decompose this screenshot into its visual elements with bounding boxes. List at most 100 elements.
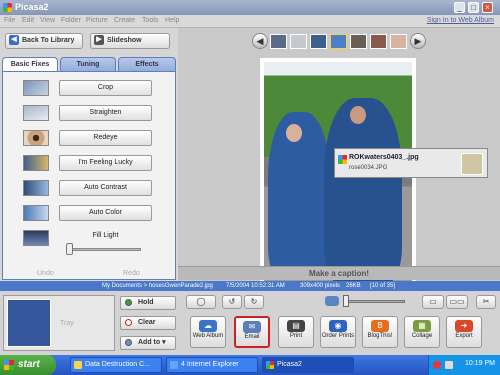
export-icon: ➜ (455, 320, 473, 332)
filmstrip-thumb[interactable] (290, 34, 307, 49)
web-album-button[interactable]: ☁ Web Album (190, 316, 226, 348)
fill-light-slider-knob[interactable] (66, 243, 73, 255)
picasa-icon (266, 361, 274, 369)
maximize-button[interactable]: □ (468, 2, 479, 13)
straighten-row: Straighten (23, 105, 153, 121)
clear-icon (125, 319, 132, 326)
photo-viewer: ◀ ▶ ROKwaters0403_.jpg rose0034.JPG Make… (178, 28, 500, 292)
menu-tools[interactable]: Tools (142, 17, 158, 24)
zoom-slider-track[interactable] (345, 300, 405, 303)
color-icon (23, 205, 49, 221)
fill-light-label: Fill Light (92, 232, 119, 239)
menu-help[interactable]: Help (165, 17, 179, 24)
taskbar: start Data Destruction C... 4 Internet E… (0, 355, 500, 375)
windows-flag-icon (4, 360, 14, 370)
print-button[interactable]: ▤ Print (278, 316, 314, 348)
export-button[interactable]: ➜ Export (446, 316, 482, 348)
crop-button[interactable]: Crop (59, 80, 152, 96)
straighten-icon (23, 105, 49, 121)
fill-light-icon (23, 230, 49, 246)
menu-picture[interactable]: Picture (86, 17, 108, 24)
photo-tray: Tray (3, 295, 115, 351)
close-button[interactable]: × (482, 2, 493, 13)
filmstrip-thumb[interactable] (390, 34, 407, 49)
straighten-button[interactable]: Straighten (59, 105, 152, 121)
zoom-slider-knob[interactable] (343, 295, 349, 307)
tooltip-subtitle: rose0034.JPG (349, 165, 388, 171)
caption-field[interactable]: Make a caption! (178, 266, 500, 280)
filmstrip-thumb[interactable] (350, 34, 367, 49)
status-index: [10 of 35] (370, 283, 396, 289)
filmstrip-thumb[interactable] (370, 34, 387, 49)
rotate-right-button[interactable]: ↻ (244, 295, 264, 309)
add-to-button[interactable]: Add to ▾ (120, 336, 176, 350)
clock: 10:19 PM (465, 360, 495, 367)
task-internet-explorer[interactable]: 4 Internet Explorer (166, 357, 258, 373)
menu-bar: File Edit View Folder Picture Create Too… (0, 15, 500, 28)
collage-button[interactable]: ▦ Collage (404, 316, 440, 348)
clear-button[interactable]: Clear (120, 316, 176, 330)
filmstrip (270, 34, 412, 50)
menu-folder[interactable]: Folder (61, 17, 81, 24)
label-button[interactable]: ◯ (186, 295, 216, 309)
play-icon: ▶ (94, 35, 104, 45)
undo-button[interactable]: Undo (37, 270, 54, 277)
menu-create[interactable]: Create (114, 17, 135, 24)
picasa-file-icon (338, 155, 347, 164)
order-prints-button[interactable]: ◉ Order Prints (320, 316, 356, 348)
task-picasa[interactable]: Picasa2 (262, 357, 354, 373)
back-to-library-button[interactable]: ◀ Back To Library (5, 33, 83, 49)
edit-tabs: Basic Fixes Tuning Effects (2, 57, 176, 71)
menu-file[interactable]: File (4, 17, 15, 24)
fill-light-slider-track[interactable] (69, 248, 141, 251)
tooltip-filename: ROKwaters0403_.jpg (349, 154, 419, 161)
status-date: 7/5/2004 10:52:31 AM (226, 283, 285, 289)
filmstrip-thumb[interactable] (310, 34, 327, 49)
redeye-row: Redeye (23, 130, 153, 146)
email-button[interactable]: ✉ Email (234, 316, 270, 348)
view-single-button[interactable]: ▭ (422, 295, 444, 309)
tooltip-thumbnail (461, 153, 483, 175)
hold-button[interactable]: Hold (120, 296, 176, 310)
feeling-lucky-button[interactable]: I'm Feeling Lucky (59, 155, 152, 171)
auto-color-button[interactable]: Auto Color (59, 205, 152, 221)
tab-basic-fixes[interactable]: Basic Fixes (2, 57, 58, 71)
filmstrip-thumb-selected[interactable] (330, 34, 347, 49)
app-icon (74, 361, 82, 369)
tray-icon[interactable] (433, 361, 441, 369)
auto-contrast-button[interactable]: Auto Contrast (59, 180, 152, 196)
slideshow-button[interactable]: ▶ Slideshow (90, 33, 170, 49)
photo-tray-area: Tray Hold Clear Add to ▾ ◯ ↺ ↻ ▭ ▭▭ ✂ ☁ W… (0, 291, 500, 355)
task-data-destruction[interactable]: Data Destruction C... (70, 357, 162, 373)
file-tooltip: ROKwaters0403_.jpg rose0034.JPG (334, 148, 488, 178)
tray-label: Tray (60, 320, 74, 327)
web-album-icon: ☁ (199, 320, 217, 332)
printer-icon: ▤ (287, 320, 305, 332)
redo-button[interactable]: Redo (123, 270, 140, 277)
start-button[interactable]: start (0, 355, 56, 375)
previous-photo-button[interactable]: ◀ (252, 33, 268, 49)
next-photo-button[interactable]: ▶ (410, 33, 426, 49)
arrow-right-icon: ▶ (414, 36, 422, 46)
tab-effects[interactable]: Effects (118, 57, 176, 71)
tab-tuning[interactable]: Tuning (60, 57, 116, 71)
filmstrip-thumb[interactable] (270, 34, 287, 49)
arrow-left-icon: ◀ (9, 35, 19, 45)
menu-view[interactable]: View (40, 17, 55, 24)
minimize-button[interactable]: _ (454, 2, 465, 13)
tools-button[interactable]: ✂ (476, 295, 496, 309)
redeye-button[interactable]: Redeye (59, 130, 152, 146)
title-bar: Picasa2 _ □ × (0, 0, 500, 15)
rotate-left-icon: ↺ (228, 297, 236, 306)
rotate-right-icon: ↻ (250, 297, 258, 306)
system-tray: 10:19 PM (428, 355, 500, 375)
tray-icon[interactable] (445, 361, 453, 369)
tray-thumbnail[interactable] (7, 299, 51, 347)
view-compare-button[interactable]: ▭▭ (446, 295, 468, 309)
photo-face (286, 124, 302, 142)
blogthis-button[interactable]: B BlogThis! (362, 316, 398, 348)
sign-in-link[interactable]: Sign In to Web Album (427, 17, 494, 24)
menu-edit[interactable]: Edit (22, 17, 34, 24)
zoom-icon (325, 296, 339, 306)
rotate-left-button[interactable]: ↺ (222, 295, 242, 309)
